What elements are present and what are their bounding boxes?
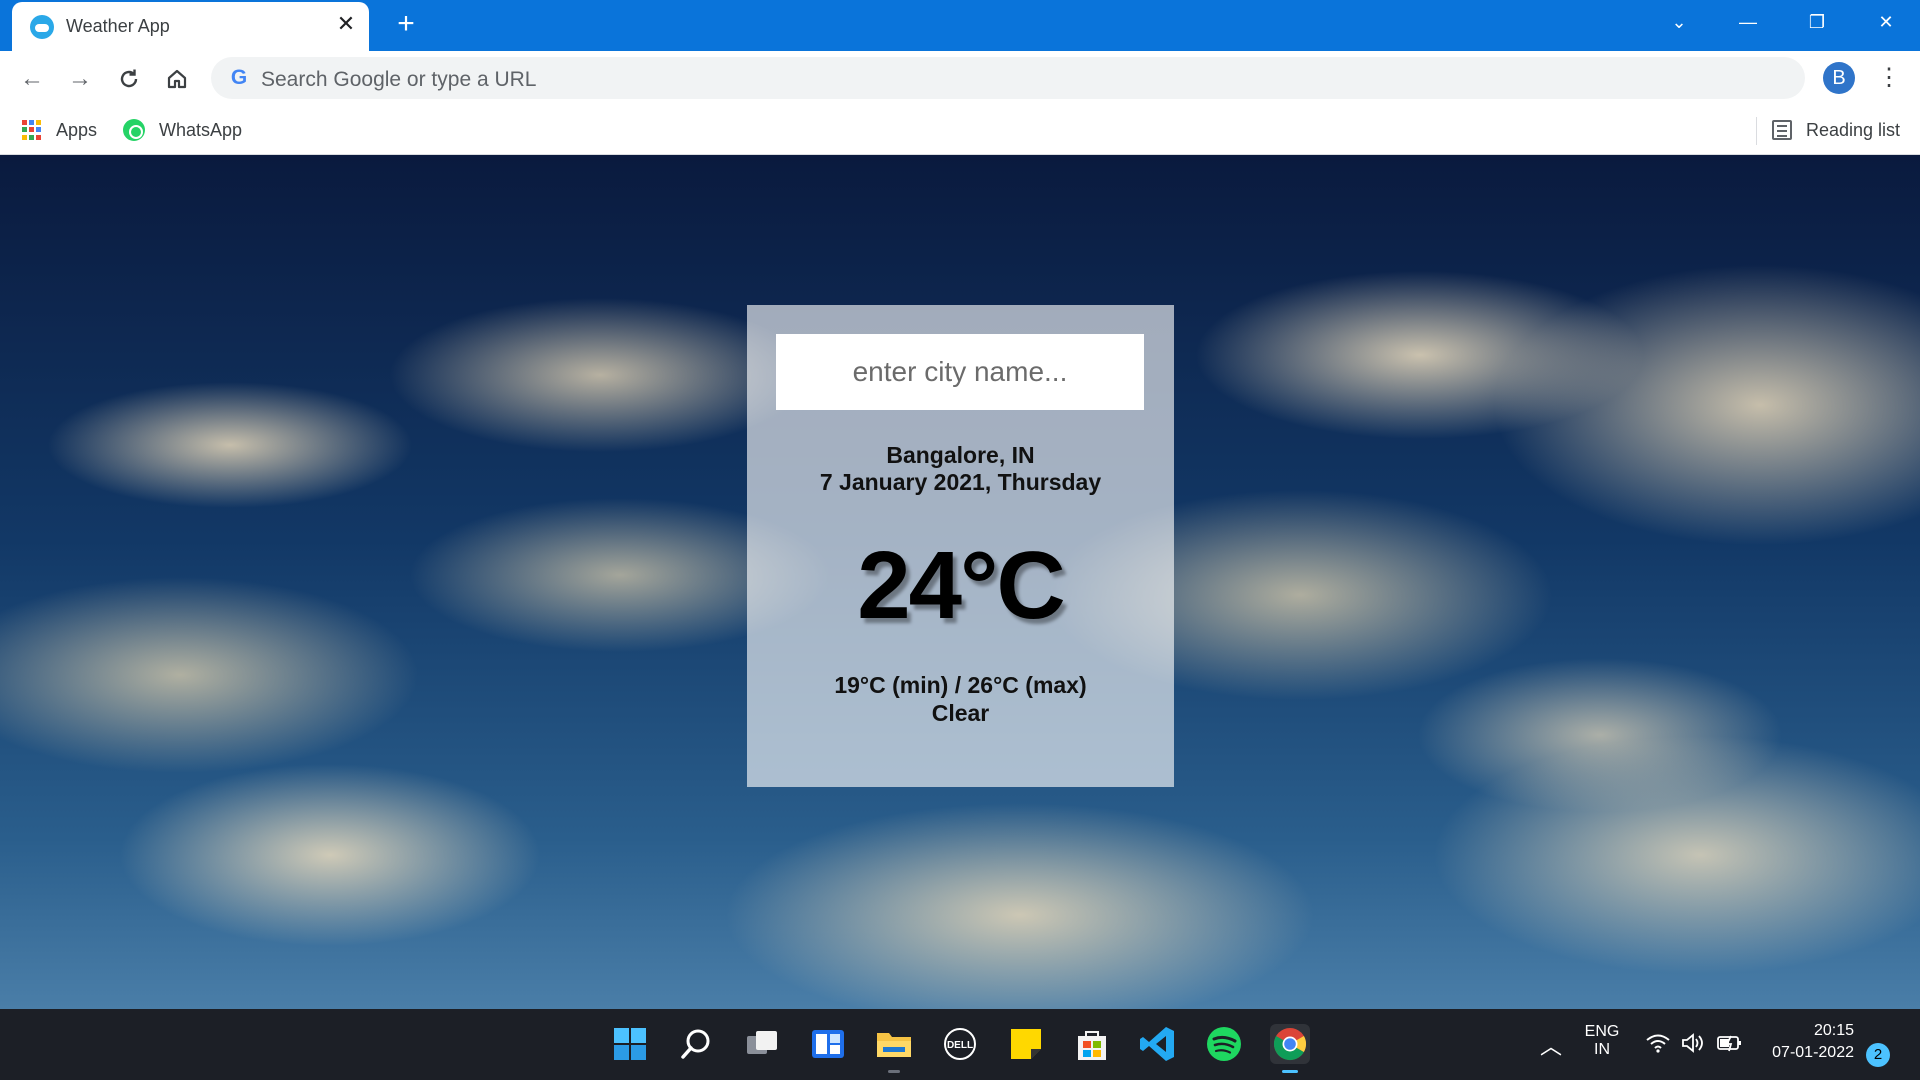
notification-badge[interactable]: 2 xyxy=(1866,1043,1890,1067)
close-window-icon[interactable]: ✕ xyxy=(1866,8,1906,36)
show-hidden-icons-chevron-icon[interactable]: ︿ xyxy=(1540,1029,1562,1061)
temperature-text: 24°C xyxy=(857,532,1066,639)
tab-title: Weather App xyxy=(66,16,170,36)
bookmark-whatsapp[interactable]: WhatsApp xyxy=(123,117,242,143)
reading-list-label: Reading list xyxy=(1806,119,1901,140)
whatsapp-icon xyxy=(123,119,145,141)
bookmark-label: Apps xyxy=(56,119,98,140)
volume-icon[interactable] xyxy=(1680,1031,1706,1060)
min-max-temperature: 19°C (min) / 26°C (max) xyxy=(834,672,1087,698)
minimize-icon[interactable]: — xyxy=(1728,8,1768,36)
start-icon[interactable] xyxy=(610,1024,650,1064)
bookmark-apps[interactable]: Apps xyxy=(22,117,97,143)
weather-favicon-icon xyxy=(30,15,54,39)
language-indicator[interactable]: ENG IN xyxy=(1581,1023,1623,1059)
active-indicator xyxy=(1282,1070,1298,1073)
file-explorer-icon[interactable] xyxy=(874,1024,914,1073)
wifi-icon[interactable] xyxy=(1645,1031,1671,1060)
running-indicator xyxy=(888,1070,900,1073)
widgets-icon[interactable] xyxy=(808,1024,848,1064)
reading-list-button[interactable]: Reading list xyxy=(1772,117,1900,143)
windows-taskbar: DELL ︿ ENG IN 20:15 07-01-2022 2 xyxy=(0,1009,1920,1080)
forward-arrow-icon[interactable]: → xyxy=(65,64,95,94)
language-code: ENG xyxy=(1584,1023,1620,1040)
address-bar-placeholder: Search Google or type a URL xyxy=(261,68,537,91)
browser-menu-icon[interactable]: ⋮ xyxy=(1877,62,1901,94)
apps-grid-icon xyxy=(22,120,42,140)
weather-card: Bangalore, IN 7 January 2021, Thursday 2… xyxy=(747,305,1174,787)
dell-icon[interactable]: DELL xyxy=(940,1024,980,1064)
home-icon[interactable] xyxy=(162,64,192,94)
address-bar[interactable]: G Search Google or type a URL xyxy=(211,57,1805,99)
bookmarks-divider xyxy=(1756,117,1757,145)
profile-avatar[interactable]: B xyxy=(1823,62,1855,94)
microsoft-store-icon[interactable] xyxy=(1072,1024,1112,1064)
back-arrow-icon[interactable]: ← xyxy=(17,64,47,94)
bookmarks-bar: Apps WhatsApp Reading list xyxy=(0,107,1920,155)
close-tab-icon[interactable]: ✕ xyxy=(334,12,358,36)
reading-list-icon xyxy=(1772,120,1792,140)
battery-icon[interactable] xyxy=(1716,1031,1744,1060)
clock-date: 07-01-2022 xyxy=(1772,1044,1854,1061)
tab-search-chevron-icon[interactable]: ⌄ xyxy=(1659,8,1699,36)
city-search-input[interactable] xyxy=(776,334,1144,410)
region-code: IN xyxy=(1594,1041,1610,1058)
bookmark-label: WhatsApp xyxy=(159,119,243,140)
sticky-notes-icon[interactable] xyxy=(1006,1024,1046,1064)
weather-page-background: Bangalore, IN 7 January 2021, Thursday 2… xyxy=(0,155,1920,1009)
new-tab-button[interactable]: + xyxy=(392,9,420,39)
spotify-icon[interactable] xyxy=(1204,1024,1244,1064)
clock-time: 20:15 xyxy=(1813,1022,1854,1039)
vscode-icon[interactable] xyxy=(1138,1024,1178,1064)
weather-condition: Clear xyxy=(931,700,990,726)
clock[interactable]: 20:15 07-01-2022 xyxy=(1760,1022,1854,1062)
svg-text:DELL: DELL xyxy=(947,1040,973,1051)
chrome-icon[interactable] xyxy=(1270,1024,1310,1073)
browser-toolbar: ← → G Search Google or type a URL B ⋮ xyxy=(0,51,1920,107)
reload-icon[interactable] xyxy=(114,64,144,94)
google-g-icon: G xyxy=(230,66,248,89)
restore-icon[interactable]: ❐ xyxy=(1797,8,1837,36)
search-icon[interactable] xyxy=(676,1024,716,1064)
task-view-icon[interactable] xyxy=(742,1024,782,1064)
tab-weather-app[interactable]: Weather App ✕ xyxy=(12,2,369,51)
location-text: Bangalore, IN xyxy=(886,442,1035,468)
date-text: 7 January 2021, Thursday xyxy=(819,469,1102,495)
browser-tab-strip: Weather App ✕ + ⌄ — ❐ ✕ xyxy=(0,0,1920,51)
